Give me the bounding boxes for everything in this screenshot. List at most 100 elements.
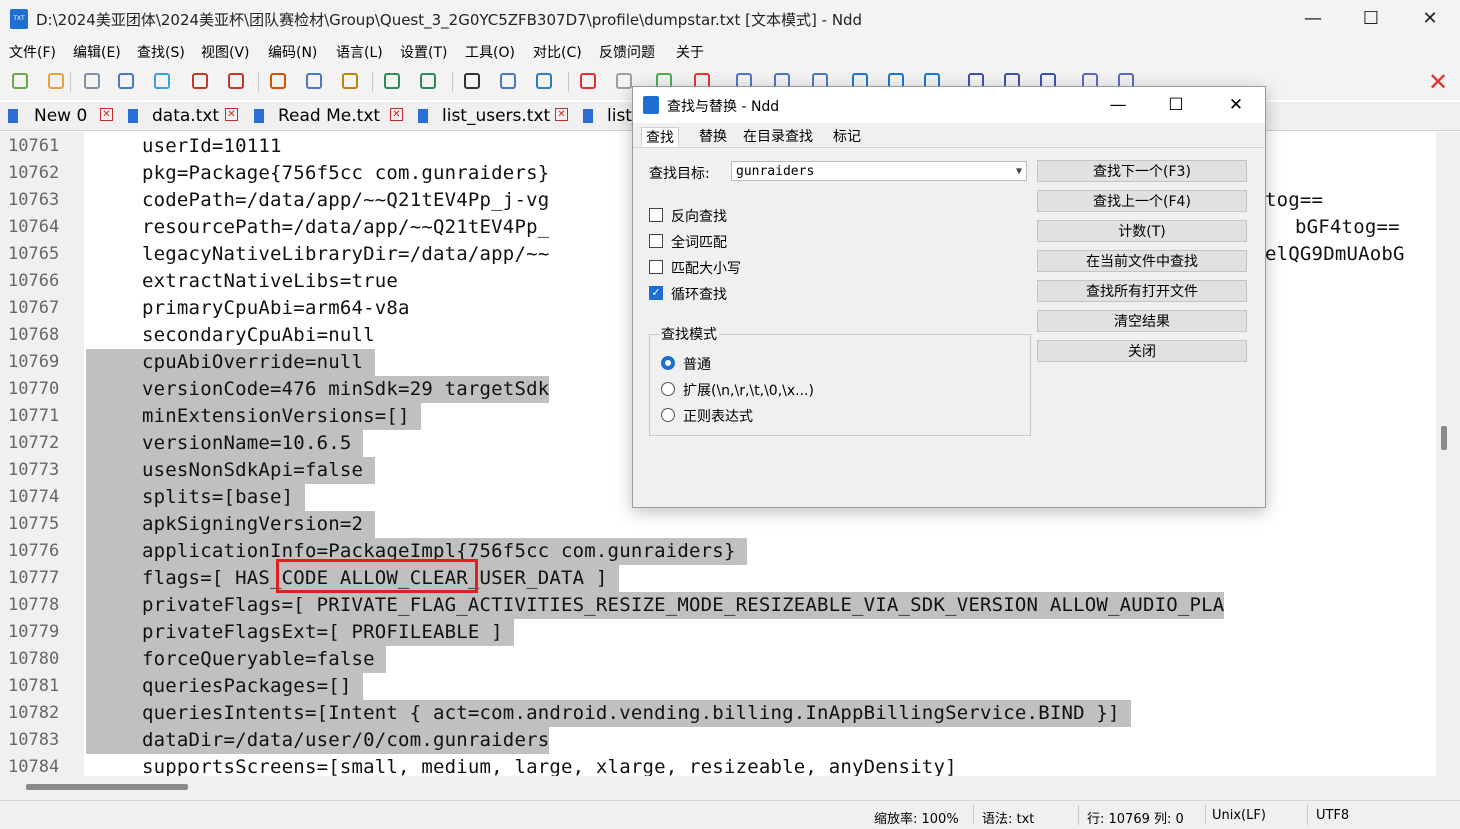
tab-readme-txt[interactable]: Read Me.txt ✕ [254,104,404,130]
status-separator [1205,805,1206,825]
tab-data-txt[interactable]: data.txt ✕ [128,104,240,130]
dialog-app-icon [643,96,659,114]
tab-find-in-dir[interactable]: 在目录查找 [739,127,817,147]
line-number: 10769 [8,352,60,372]
tab-label: data.txt [152,106,220,126]
minimize-button[interactable]: — [1284,0,1342,38]
status-separator [1078,805,1079,825]
match-case-checkbox[interactable] [649,260,663,274]
tab-list-more[interactable]: list_ [583,104,640,130]
horizontal-scrollbar[interactable] [0,776,1460,800]
code-line: supportsScreens=[small, medium, large, x… [142,756,957,776]
line-number: 10773 [8,460,60,480]
dialog-minimize-button[interactable]: — [1089,87,1147,123]
match-case-label: 匹配大小写 [671,261,741,277]
close-button[interactable]: ✕ [1401,0,1459,38]
status-bar: 缩放率: 100% 语法: txt 行: 10769 列: 0 Unix(LF)… [0,800,1460,829]
dialog-close-action-button[interactable]: 关闭 [1037,340,1247,362]
vertical-scroll-thumb[interactable] [1441,426,1447,450]
new-icon[interactable] [12,73,28,89]
find-target-input[interactable]: gunraiders ▼ [731,161,1027,181]
wrap-around-checkbox[interactable]: ✓ [649,286,663,300]
copy-icon[interactable] [306,73,322,89]
dialog-maximize-button[interactable]: ☐ [1147,87,1205,123]
code-line: primaryCpuAbi=arm64-v8a [142,297,410,319]
find-target-value: gunraiders [736,164,815,179]
code-line: pkg=Package{756f5cc com.gunraiders} [142,162,550,184]
tab-close-icon[interactable]: ✕ [100,108,113,121]
vertical-scrollbar[interactable] [1436,132,1460,776]
clear-results-button[interactable]: 清空结果 [1037,310,1247,332]
tab-mark[interactable]: 标记 [829,127,865,147]
clear-mark-icon[interactable] [616,73,632,89]
paste-icon[interactable] [342,73,358,89]
line-number: 10763 [8,190,60,210]
open-icon[interactable] [48,73,64,89]
find-in-all-open-files-button[interactable]: 查找所有打开文件 [1037,280,1247,302]
tab-find[interactable]: 查找 [641,127,679,148]
tab-label: Read Me.txt [278,106,381,126]
mark-icon[interactable] [580,73,596,89]
line-number: 10780 [8,649,60,669]
save-all-icon[interactable] [118,73,134,89]
menu-language[interactable]: 语言(L) [336,42,383,62]
horizontal-scroll-thumb[interactable] [26,784,188,790]
line-number: 10772 [8,433,60,453]
dialog-close-button[interactable]: ✕ [1207,87,1265,123]
reverse-search-checkbox[interactable] [649,208,663,222]
status-eol: Unix(LF) [1212,808,1266,823]
save-icon[interactable] [84,73,100,89]
mode-extended-radio[interactable] [661,382,675,396]
mode-normal-radio[interactable] [661,356,675,370]
line-number: 10777 [8,568,60,588]
line-number: 10774 [8,487,60,507]
whole-word-checkbox[interactable] [649,234,663,248]
replace-icon[interactable] [500,73,516,89]
chevron-down-icon[interactable]: ▼ [1016,162,1022,182]
toolbar-separator [452,72,453,92]
find-icon[interactable] [464,73,480,89]
reload-icon[interactable] [154,73,170,89]
menu-encoding[interactable]: 编码(N) [268,42,317,62]
goto-icon[interactable] [536,73,552,89]
close-icon[interactable] [192,73,208,89]
menu-file[interactable]: 文件(F) [9,42,56,62]
menu-search[interactable]: 查找(S) [137,42,185,62]
menu-edit[interactable]: 编辑(E) [73,42,121,62]
maximize-button[interactable]: ☐ [1342,0,1400,38]
find-next-button[interactable]: 查找下一个(F3) [1037,160,1247,182]
undo-icon[interactable] [384,73,400,89]
tab-list-users-txt[interactable]: list_users.txt ✕ [418,104,568,130]
redo-icon[interactable] [420,73,436,89]
menu-compare[interactable]: 对比(C) [533,42,582,62]
line-number: 10781 [8,676,60,696]
count-button[interactable]: 计数(T) [1037,220,1247,242]
menu-view[interactable]: 视图(V) [201,42,250,62]
tab-close-icon[interactable]: ✕ [390,108,403,121]
menu-feedback[interactable]: 反馈问题 [599,42,655,62]
tab-replace[interactable]: 替换 [695,127,731,147]
file-icon [128,109,138,123]
close-document-icon[interactable]: ✕ [1428,68,1448,96]
menu-tools[interactable]: 工具(O) [465,42,515,62]
status-syntax: 语法: txt [982,812,1035,827]
mode-regex-radio[interactable] [661,408,675,422]
mode-extended-label: 扩展(\n,\r,\t,\0,\x...) [683,383,814,399]
code-line: resourcePath=/data/app/~~Q21tEV4Pp_ [142,216,550,238]
dialog-tabs: 查找 替换 在目录查找 标记 [633,125,1265,148]
status-position: 行: 10769 列: 0 [1087,812,1184,827]
tab-new-0[interactable]: New 0 ✕ [8,104,118,130]
tab-close-icon[interactable]: ✕ [555,108,568,121]
find-prev-button[interactable]: 查找上一个(F4) [1037,190,1247,212]
search-mode-title: 查找模式 [659,324,719,344]
find-in-current-file-button[interactable]: 在当前文件中查找 [1037,250,1247,272]
menu-about[interactable]: 关于 [676,42,704,62]
title-bar: TXT D:\2024美亚团体\2024美亚杯\团队赛检材\Group\Ques… [0,0,1460,38]
line-number: 10771 [8,406,60,426]
close-all-icon[interactable] [228,73,244,89]
cut-icon[interactable] [270,73,286,89]
tab-close-icon[interactable]: ✕ [225,108,238,121]
code-line: extractNativeLibs=true [142,270,399,292]
menu-settings[interactable]: 设置(T) [400,42,447,62]
code-line: secondaryCpuAbi=null [142,324,375,346]
